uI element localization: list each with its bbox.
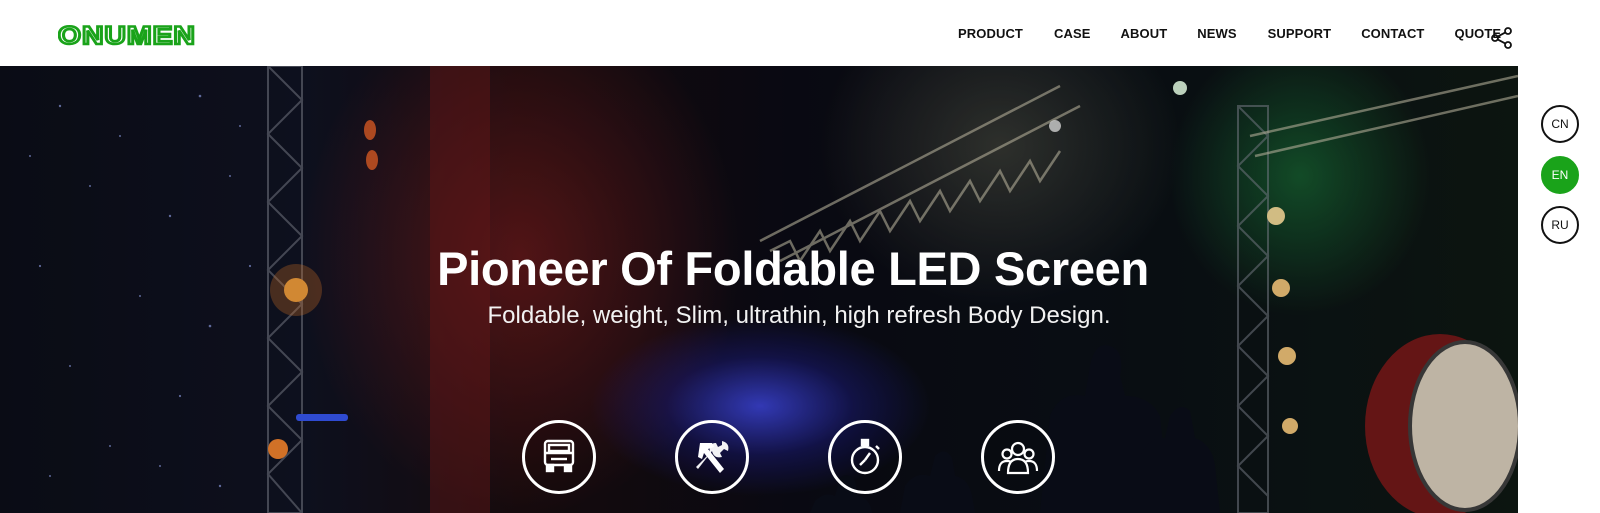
- stopwatch-icon: [850, 438, 880, 475]
- share-icon[interactable]: [1490, 26, 1514, 50]
- hero-title: Pioneer Of Foldable LED Screen: [437, 242, 1149, 295]
- nav-contact[interactable]: CONTACT: [1361, 26, 1424, 48]
- site-header: ONUMEN PRODUCT CASE ABOUT NEWS SUPPORT C…: [0, 0, 1600, 66]
- nav-product[interactable]: PRODUCT: [958, 26, 1023, 48]
- lang-ru[interactable]: RU: [1541, 206, 1579, 244]
- feature-speed[interactable]: [828, 420, 902, 494]
- brand-name: ONUMEN: [58, 22, 196, 48]
- hero-banner: Pioneer Of Foldable LED Screen Foldable,…: [0, 66, 1518, 513]
- tools-icon: [696, 441, 729, 473]
- feature-transport[interactable]: [522, 420, 596, 494]
- lang-en[interactable]: EN: [1541, 156, 1579, 194]
- nav-support[interactable]: SUPPORT: [1268, 26, 1332, 48]
- lang-cn[interactable]: CN: [1541, 105, 1579, 143]
- people-icon: [997, 441, 1039, 475]
- nav-about[interactable]: ABOUT: [1121, 26, 1168, 48]
- main-nav: PRODUCT CASE ABOUT NEWS SUPPORT CONTACT …: [958, 26, 1501, 48]
- onumen-logo[interactable]: ONUMEN: [58, 22, 198, 48]
- nav-news[interactable]: NEWS: [1197, 26, 1236, 48]
- nav-case[interactable]: CASE: [1054, 26, 1091, 48]
- feature-maintenance[interactable]: [675, 420, 749, 494]
- truck-icon: [543, 439, 575, 473]
- hero-subtitle: Foldable, weight, Slim, ultrathin, high …: [487, 302, 1111, 329]
- feature-team[interactable]: [981, 420, 1055, 494]
